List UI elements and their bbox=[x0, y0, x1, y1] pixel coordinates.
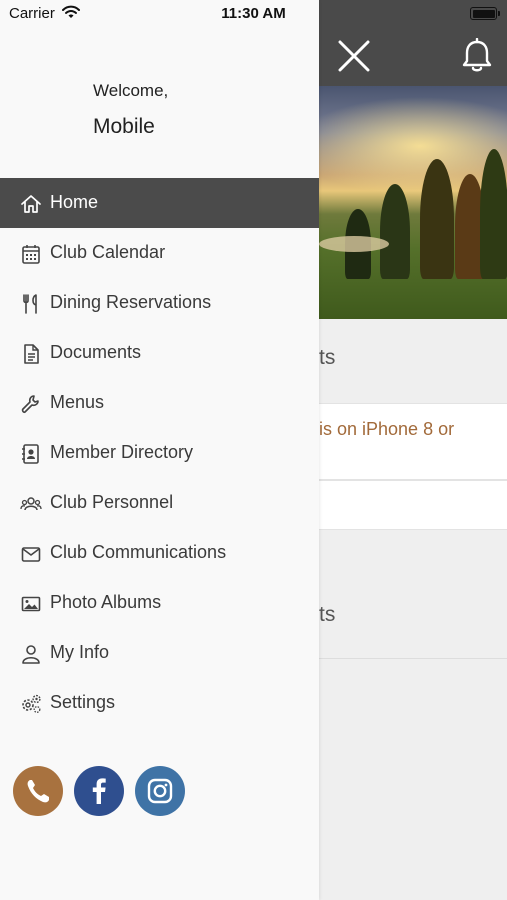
instagram-icon bbox=[147, 778, 173, 804]
menu-item-label: Home bbox=[50, 192, 99, 212]
phone-icon bbox=[27, 780, 49, 803]
phone-button[interactable] bbox=[13, 766, 63, 816]
clock: 11:30 AM bbox=[221, 5, 286, 22]
facebook-button[interactable] bbox=[74, 766, 124, 816]
utensils-icon bbox=[23, 294, 37, 314]
menu-item-label: Settings bbox=[50, 692, 116, 712]
people-icon bbox=[20, 497, 42, 511]
menu-item-settings[interactable]: Settings bbox=[0, 678, 319, 728]
menu-item-label: Club Calendar bbox=[50, 242, 166, 262]
background-section-title: ts bbox=[319, 346, 336, 369]
status-bar: Carrier 11:30 AM bbox=[0, 0, 507, 26]
menu-item-club-calendar[interactable]: Club Calendar bbox=[0, 228, 319, 278]
background-card[interactable] bbox=[319, 403, 507, 480]
menu-item-my-info[interactable]: My Info bbox=[0, 628, 319, 678]
menu-item-home[interactable]: Home bbox=[0, 178, 319, 228]
menu-item-label: Club Communications bbox=[50, 542, 227, 562]
calendar-icon bbox=[22, 245, 40, 264]
document-icon bbox=[24, 344, 39, 364]
close-icon[interactable] bbox=[336, 40, 372, 72]
photo-icon bbox=[21, 596, 41, 612]
home-icon bbox=[21, 195, 41, 213]
menu-item-label: Photo Albums bbox=[50, 592, 162, 612]
instagram-button[interactable] bbox=[135, 766, 185, 816]
background-card-text[interactable]: is on iPhone 8 or bbox=[319, 419, 454, 440]
background-card-empty[interactable] bbox=[319, 480, 507, 530]
welcome-text: Welcome, bbox=[93, 81, 169, 100]
wrench-icon bbox=[21, 395, 39, 413]
menu-item-label: Member Directory bbox=[50, 442, 194, 462]
envelope-icon bbox=[21, 547, 41, 562]
gears-icon bbox=[22, 694, 41, 713]
contact-book-icon bbox=[22, 444, 39, 464]
username: Mobile bbox=[93, 115, 155, 138]
user-icon bbox=[22, 645, 40, 664]
side-drawer: Welcome, Mobile Home Club Calendar Dinin… bbox=[0, 0, 319, 900]
menu-item-label: Club Personnel bbox=[50, 492, 174, 512]
menu-item-label: Menus bbox=[50, 392, 105, 412]
facebook-icon bbox=[92, 778, 106, 804]
bell-icon[interactable] bbox=[460, 38, 494, 74]
drawer-menu: Home Club Calendar Dining Reservations D… bbox=[0, 178, 319, 728]
menu-item-dining-reservations[interactable]: Dining Reservations bbox=[0, 278, 319, 328]
menu-item-club-personnel[interactable]: Club Personnel bbox=[0, 478, 319, 528]
menu-item-label: Documents bbox=[50, 342, 142, 362]
menu-item-menus[interactable]: Menus bbox=[0, 378, 319, 428]
battery-icon bbox=[470, 7, 500, 20]
menu-item-label: My Info bbox=[50, 642, 110, 662]
menu-item-photo-albums[interactable]: Photo Albums bbox=[0, 578, 319, 628]
menu-item-label: Dining Reservations bbox=[50, 292, 212, 312]
background-section-title-2: ts bbox=[319, 603, 336, 626]
divider bbox=[319, 658, 507, 659]
menu-item-club-communications[interactable]: Club Communications bbox=[0, 528, 319, 578]
menu-item-documents[interactable]: Documents bbox=[0, 328, 319, 378]
menu-item-member-directory[interactable]: Member Directory bbox=[0, 428, 319, 478]
